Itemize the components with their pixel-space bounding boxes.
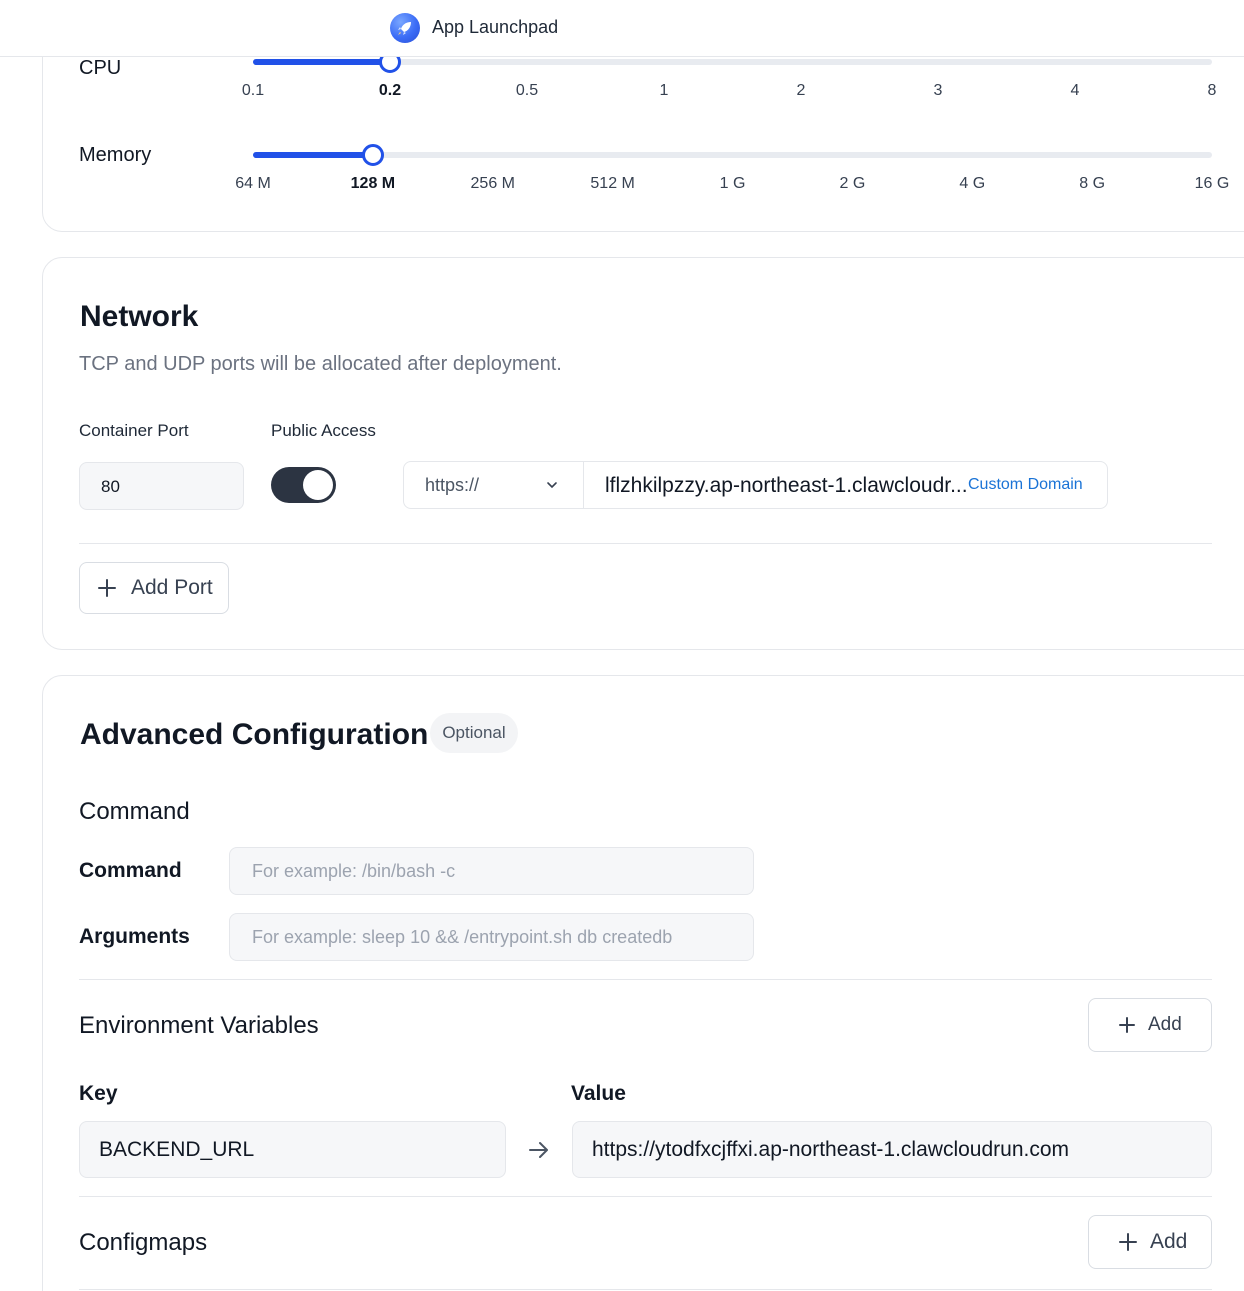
container-port-input[interactable]: 80: [79, 462, 244, 510]
cpu-slider-fill: [253, 59, 390, 65]
toggle-knob: [303, 470, 333, 500]
advanced-title: Advanced Configuration: [80, 718, 429, 751]
command-input[interactable]: For example: /bin/bash -c: [229, 847, 754, 895]
memory-tick[interactable]: 4 G: [959, 175, 985, 193]
command-label: Command: [79, 859, 182, 882]
arguments-label: Arguments: [79, 925, 190, 948]
plus-icon: [1119, 1233, 1137, 1251]
add-env-button[interactable]: Add: [1088, 998, 1212, 1052]
memory-tick[interactable]: 1 G: [720, 175, 746, 193]
protocol-value: https://: [425, 475, 480, 495]
optional-badge: Optional: [430, 713, 518, 753]
add-configmap-button[interactable]: Add: [1088, 1215, 1212, 1269]
advanced-card: [42, 675, 1244, 1291]
protocol-select[interactable]: https://: [404, 462, 584, 508]
cpu-label: CPU: [79, 57, 122, 79]
command-divider: [79, 979, 1212, 980]
cpu-tick[interactable]: 2: [797, 82, 806, 100]
memory-tick[interactable]: 128 M: [351, 175, 395, 193]
memory-slider-thumb[interactable]: [361, 144, 384, 166]
cpu-tick[interactable]: 3: [934, 82, 943, 100]
custom-domain-link[interactable]: Custom Domain: [968, 476, 1083, 494]
network-description: TCP and UDP ports will be allocated afte…: [79, 353, 562, 375]
add-port-label: Add Port: [131, 576, 213, 599]
memory-tick[interactable]: 16 G: [1195, 175, 1230, 193]
rocket-icon: [390, 13, 420, 43]
chevron-down-icon: [547, 482, 557, 489]
key-label: Key: [79, 1082, 118, 1105]
memory-tick[interactable]: 2 G: [839, 175, 865, 193]
memory-slider-fill: [253, 152, 373, 158]
value-label: Value: [571, 1082, 626, 1105]
public-access-toggle[interactable]: [271, 467, 336, 503]
env-title: Environment Variables: [79, 1012, 319, 1039]
memory-tick[interactable]: 256 M: [471, 175, 515, 193]
arguments-input[interactable]: For example: sleep 10 && /entrypoint.sh …: [229, 913, 754, 961]
add-env-label: Add: [1148, 1014, 1182, 1035]
top-bar: App Launchpad: [0, 0, 1244, 57]
cpu-tick[interactable]: 0.1: [242, 82, 264, 100]
memory-tick[interactable]: 64 M: [235, 175, 271, 193]
memory-tick[interactable]: 8 G: [1079, 175, 1105, 193]
add-configmap-label: Add: [1150, 1230, 1188, 1253]
memory-slider[interactable]: [253, 144, 1212, 166]
cpu-tick[interactable]: 8: [1208, 82, 1217, 100]
env-key-input[interactable]: BACKEND_URL: [79, 1121, 506, 1178]
configmaps-divider: [79, 1289, 1212, 1290]
configmaps-title: Configmaps: [79, 1229, 208, 1256]
cpu-tick[interactable]: 4: [1071, 82, 1080, 100]
app-title: App Launchpad: [432, 17, 559, 37]
cpu-tick[interactable]: 0.2: [379, 82, 401, 100]
domain-input-group: https:// lflzhkilpzzy.ap-northeast-1.cla…: [403, 461, 1108, 509]
domain-value: lflzhkilpzzy.ap-northeast-1.clawcloudr..…: [605, 474, 968, 497]
plus-icon: [98, 579, 116, 597]
public-access-label: Public Access: [271, 421, 376, 440]
cpu-tick[interactable]: 1: [660, 82, 669, 100]
cpu-tick[interactable]: 0.5: [516, 82, 538, 100]
env-divider: [79, 1196, 1212, 1197]
network-divider: [79, 543, 1212, 544]
container-port-label: Container Port: [79, 421, 189, 440]
plus-icon: [1119, 1017, 1135, 1033]
memory-tick[interactable]: 512 M: [590, 175, 634, 193]
arrow-right-icon: [529, 1142, 548, 1158]
command-section-title: Command: [79, 798, 190, 825]
env-value-input[interactable]: https://ytodfxcjffxi.ap-northeast-1.claw…: [572, 1121, 1212, 1178]
network-title: Network: [80, 300, 199, 333]
memory-label: Memory: [79, 144, 152, 166]
cpu-slider[interactable]: [253, 51, 1212, 73]
add-port-button[interactable]: Add Port: [79, 562, 229, 614]
